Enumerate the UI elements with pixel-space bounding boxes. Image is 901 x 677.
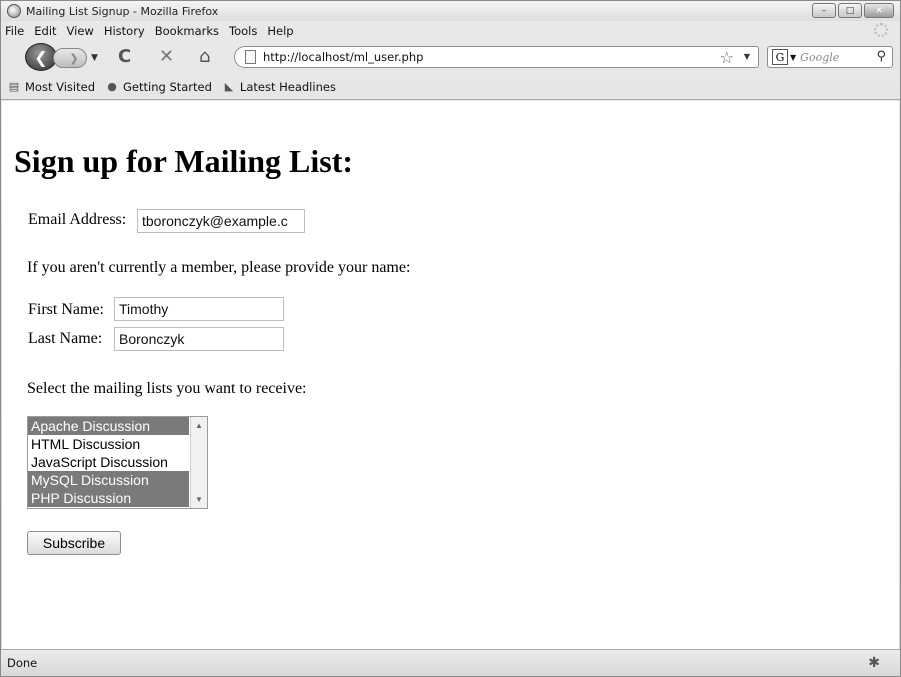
bookmark-label: Most Visited [25, 79, 95, 94]
list-option-apache[interactable]: Apache Discussion [28, 417, 189, 435]
menu-view[interactable]: View [67, 24, 94, 38]
bookmark-most-visited[interactable]: ▤ Most Visited [7, 80, 95, 94]
status-text: Done [7, 656, 38, 670]
url-bar[interactable]: http://localhost/ml_user.php ☆ ▼ [234, 46, 759, 68]
email-field[interactable]: tboronczyk@example.c [137, 209, 305, 233]
forward-arrow-icon: ❯ [69, 51, 79, 65]
email-label: Email Address: [28, 211, 127, 228]
window-controls: – □ ✕ [810, 3, 894, 18]
last-name-label: Last Name: [28, 330, 103, 347]
most-visited-icon: ▤ [8, 80, 20, 93]
close-button[interactable]: ✕ [864, 3, 894, 18]
url-dropdown-icon[interactable]: ▼ [744, 52, 750, 61]
page-title: Sign up for Mailing List: [14, 143, 354, 179]
bookmark-label: Latest Headlines [239, 79, 336, 94]
mailing-lists-select[interactable]: Apache Discussion HTML Discussion JavaSc… [27, 416, 208, 509]
bookmarks-toolbar: ▤ Most Visited ● Getting Started ◣ Lates… [1, 74, 900, 100]
search-input[interactable]: Google [800, 51, 839, 64]
scroll-down-icon[interactable]: ▼ [195, 495, 203, 504]
member-prompt: If you aren't currently a member, please… [27, 259, 411, 276]
url-text[interactable]: http://localhost/ml_user.php [263, 50, 423, 64]
search-icon[interactable]: ⚲ [876, 49, 886, 64]
menu-help[interactable]: Help [267, 24, 293, 38]
home-icon[interactable]: ⌂ [199, 48, 210, 66]
browser-window: Mailing List Signup - Mozilla Firefox – … [0, 0, 901, 677]
maximize-button[interactable]: □ [838, 3, 862, 18]
page-content: Sign up for Mailing List: Email Address:… [2, 101, 899, 649]
bookmark-star-icon[interactable]: ☆ [720, 48, 734, 67]
page-icon [245, 50, 256, 64]
list-option-javascript[interactable]: JavaScript Discussion [28, 453, 189, 471]
menu-bar: File Edit View History Bookmarks Tools H… [1, 21, 900, 40]
list-option-mysql[interactable]: MySQL Discussion [28, 471, 189, 489]
list-option-html[interactable]: HTML Discussion [28, 435, 189, 453]
navigation-toolbar: ❮ ❯ ▼ C ✕ ⌂ http://localhost/ml_user.php… [1, 40, 900, 74]
firefox-icon [7, 4, 21, 18]
status-bar: Done ✱ [1, 649, 900, 676]
addon-bar-icon: ✱ [868, 655, 880, 671]
firefox-icon: ● [107, 80, 117, 93]
throbber-icon [874, 23, 888, 37]
last-name-field[interactable]: Boronczyk [114, 327, 284, 351]
list-option-php[interactable]: PHP Discussion [28, 489, 189, 507]
title-bar: Mailing List Signup - Mozilla Firefox – … [1, 1, 900, 21]
search-bar[interactable]: G ▼ Google ⚲ [767, 46, 893, 68]
search-engine-icon[interactable]: G [772, 49, 788, 65]
first-name-field[interactable]: Timothy [114, 297, 284, 321]
menu-file[interactable]: File [5, 24, 24, 38]
history-dropdown-icon[interactable]: ▼ [91, 53, 98, 63]
forward-button[interactable]: ❯ [53, 48, 87, 68]
menu-history[interactable]: History [104, 24, 145, 38]
lists-prompt: Select the mailing lists you want to rec… [27, 380, 307, 397]
stop-icon[interactable]: ✕ [159, 48, 174, 66]
menu-edit[interactable]: Edit [34, 24, 56, 38]
menu-tools[interactable]: Tools [229, 24, 257, 38]
back-arrow-icon: ❮ [34, 47, 48, 67]
rss-icon: ◣ [224, 80, 234, 93]
minimize-button[interactable]: – [812, 3, 836, 18]
menu-bookmarks[interactable]: Bookmarks [155, 24, 219, 38]
bookmark-label: Getting Started [123, 79, 212, 94]
bookmark-latest-headlines[interactable]: ◣ Latest Headlines [222, 80, 336, 94]
listbox-scrollbar[interactable]: ▲ ▼ [190, 417, 207, 508]
window-title: Mailing List Signup - Mozilla Firefox [26, 4, 219, 18]
first-name-label: First Name: [28, 301, 104, 318]
scroll-up-icon[interactable]: ▲ [195, 421, 203, 430]
bookmark-getting-started[interactable]: ● Getting Started [105, 80, 212, 94]
subscribe-button[interactable]: Subscribe [27, 531, 121, 555]
search-engine-dropdown-icon[interactable]: ▼ [790, 53, 796, 62]
reload-icon[interactable]: C [118, 48, 131, 66]
